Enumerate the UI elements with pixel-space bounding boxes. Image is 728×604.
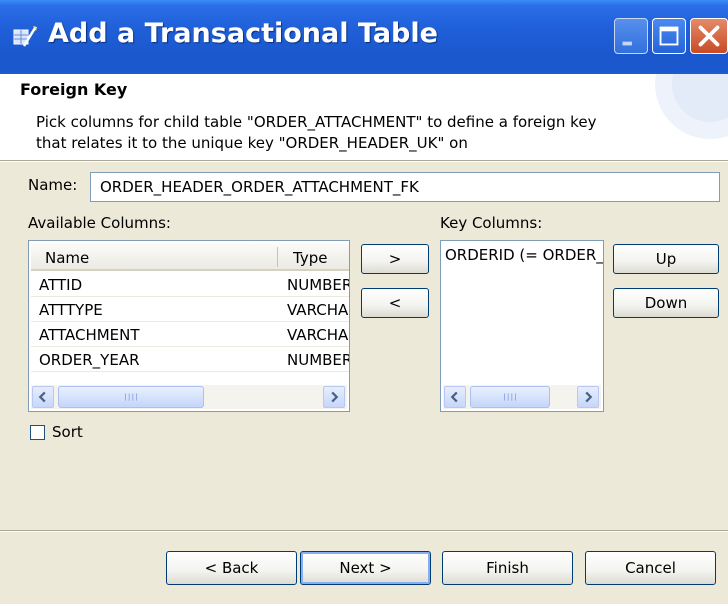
remove-column-button[interactable]: <	[361, 288, 429, 318]
cell-type: VARCHAR	[287, 301, 349, 319]
cell-type: NUMBER	[287, 351, 349, 369]
chevron-right-icon	[331, 391, 339, 403]
sort-label: Sort	[52, 423, 83, 441]
window-title: Add a Transactional Table	[48, 18, 438, 49]
chevron-left-icon	[38, 391, 46, 403]
grip-icon	[125, 393, 137, 401]
maximize-icon	[659, 26, 679, 46]
scroll-left-button[interactable]	[444, 386, 466, 408]
sort-checkbox[interactable]	[30, 425, 45, 440]
cell-name: ATTID	[39, 276, 83, 294]
chevron-left-icon	[450, 391, 458, 403]
scroll-right-button[interactable]	[323, 386, 345, 408]
header-separator	[0, 160, 728, 162]
cell-name: ATTACHMENT	[39, 326, 140, 344]
header-graphic	[655, 74, 728, 139]
table-row[interactable]: ORDER_YEAR NUMBER	[31, 348, 349, 372]
move-up-button[interactable]: Up	[613, 244, 719, 274]
available-columns-table[interactable]: Name Type ATTID NUMBER ATTTYPE VARCHAR A…	[28, 240, 350, 412]
cell-type: NUMBER	[287, 276, 349, 294]
cell-name: ORDER_YEAR	[39, 351, 140, 369]
scroll-thumb[interactable]	[470, 386, 550, 408]
add-column-button[interactable]: >	[361, 244, 429, 274]
page-description: Pick columns for child table "ORDER_ATTA…	[36, 113, 597, 152]
table-header: Name Type	[31, 243, 349, 271]
page-title: Foreign Key	[20, 80, 128, 99]
cell-type: VARCHAR	[287, 326, 349, 344]
key-columns-list[interactable]: ORDERID (= ORDER_HEADER.ORDERID)	[440, 240, 604, 412]
cell-name: ATTTYPE	[39, 301, 103, 319]
list-item[interactable]: ORDERID (= ORDER_HEADER.ORDERID)	[445, 246, 603, 264]
scroll-right-button[interactable]	[577, 386, 599, 408]
column-divider[interactable]	[277, 247, 278, 267]
move-down-button[interactable]: Down	[613, 288, 719, 318]
scroll-thumb[interactable]	[58, 386, 204, 408]
name-field[interactable]: ORDER_HEADER_ORDER_ATTACHMENT_FK	[90, 172, 720, 202]
back-button[interactable]: < Back	[166, 551, 297, 585]
close-button[interactable]	[690, 18, 728, 54]
wizard-header: Foreign Key Pick columns for child table…	[0, 74, 728, 160]
horizontal-scrollbar[interactable]	[443, 385, 601, 409]
wizard-icon	[13, 26, 37, 47]
cancel-button[interactable]: Cancel	[585, 551, 716, 585]
footer-separator	[0, 530, 728, 532]
column-header-type[interactable]: Type	[293, 249, 327, 267]
minimize-button[interactable]	[614, 18, 648, 54]
name-label: Name:	[28, 176, 78, 194]
grip-icon	[504, 393, 516, 401]
table-row[interactable]: ATTACHMENT VARCHAR	[31, 323, 349, 347]
chevron-right-icon	[585, 391, 593, 403]
finish-button[interactable]: Finish	[442, 551, 573, 585]
table-row[interactable]: ATTID NUMBER	[31, 273, 349, 297]
key-columns-label: Key Columns:	[440, 214, 543, 232]
scroll-left-button[interactable]	[32, 386, 54, 408]
close-icon	[698, 25, 720, 47]
next-button[interactable]: Next >	[300, 551, 431, 585]
horizontal-scrollbar[interactable]	[31, 385, 347, 409]
available-columns-label: Available Columns:	[28, 214, 171, 232]
title-bar[interactable]: Add a Transactional Table	[0, 0, 728, 74]
maximize-button[interactable]	[652, 18, 686, 54]
column-header-name[interactable]: Name	[45, 249, 89, 267]
minimize-icon	[622, 41, 632, 46]
table-row[interactable]: ATTTYPE VARCHAR	[31, 298, 349, 322]
